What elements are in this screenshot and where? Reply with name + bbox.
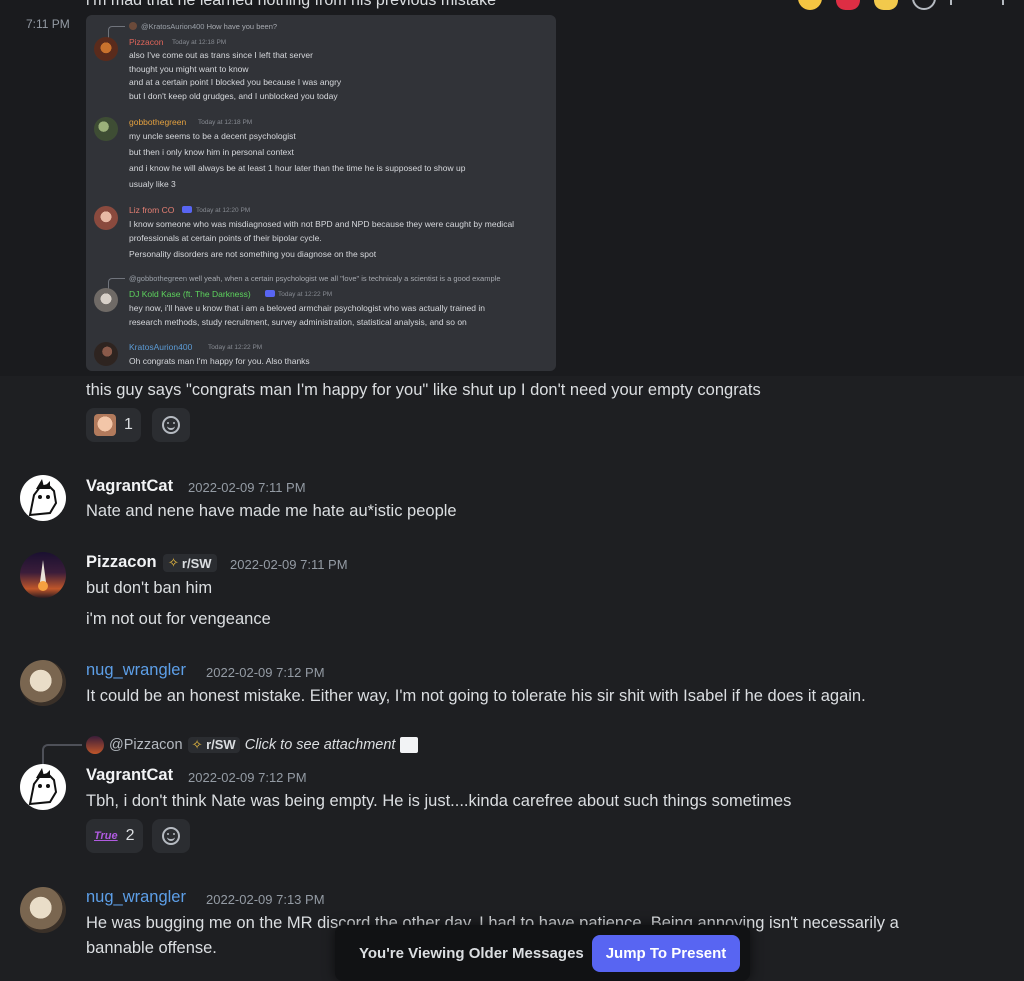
laugh-emoji-icon[interactable]: [798, 0, 822, 10]
reaction-face[interactable]: 1: [86, 408, 141, 442]
timestamp: 2022-02-09 7:12 PM: [206, 665, 325, 680]
timestamp: 2022-02-09 7:11 PM: [188, 480, 306, 495]
message-text: It could be an honest mistake. Either wa…: [86, 687, 866, 705]
add-reaction-button[interactable]: [152, 408, 190, 442]
message-text: this guy says "congrats man I'm happy fo…: [86, 381, 761, 399]
avatar: [94, 206, 118, 230]
username: DJ Kold Kase (ft. The Darkness): [129, 289, 251, 299]
reply-icon[interactable]: [950, 0, 970, 5]
message-line: and i know he will always be at least 1 …: [129, 163, 466, 173]
username: KratosAurion400: [129, 342, 193, 352]
avatar[interactable]: [20, 475, 66, 521]
reaction-count: 1: [124, 416, 133, 433]
message-line: also I've come out as trans since I left…: [129, 50, 313, 60]
role-badge-icon: [265, 290, 275, 297]
reply-username[interactable]: @Pizzacon: [109, 737, 183, 753]
message-text: bannable offense.: [86, 939, 217, 957]
username[interactable]: nug_wrangler: [86, 661, 186, 680]
message-line: and at a certain point I blocked you bec…: [129, 77, 342, 87]
avatar: [94, 288, 118, 312]
avatar[interactable]: [20, 552, 66, 598]
avatar[interactable]: [20, 660, 66, 706]
sparkle-icon: ✧: [168, 555, 179, 570]
reply-preview[interactable]: @Pizzacon ✧ r/SW Click to see attachment: [86, 736, 419, 754]
reaction-count: 2: [125, 827, 135, 844]
message-line: but I don't keep old grudges, and I unbl…: [129, 91, 338, 101]
reply-preview: @gobbothegreen well yeah, when a certain…: [129, 274, 501, 283]
face-emoji-icon: [94, 414, 116, 436]
reaction-true[interactable]: True 2: [86, 819, 143, 853]
sparkle-icon: ✧: [191, 737, 203, 752]
message-hover-toolbar: [798, 0, 1004, 10]
username[interactable]: VagrantCat: [86, 477, 173, 496]
message-line: I know someone who was misdiagnosed with…: [129, 219, 515, 229]
forward-icon[interactable]: [984, 0, 1004, 5]
username: Liz from CO: [129, 205, 175, 215]
message-line: Personality disorders are not something …: [129, 249, 377, 259]
message-text: i'm not out for vengeance: [86, 610, 271, 628]
avatar: [94, 117, 118, 141]
message-line: thought you might want to know: [129, 64, 249, 74]
role-badge-icon: [182, 206, 192, 213]
username: gobbothegreen: [129, 117, 187, 127]
avatar: [129, 22, 137, 30]
username[interactable]: VagrantCat: [86, 766, 173, 785]
message-line: but then i only know him in personal con…: [129, 147, 294, 157]
avatar[interactable]: [20, 887, 66, 933]
message-line: research methods, study recruitment, sur…: [129, 317, 467, 327]
timestamp: Today at 12:18 PM: [172, 39, 227, 46]
older-messages-label: You're Viewing Older Messages: [359, 945, 584, 962]
message-text: but don't ban him: [86, 579, 213, 597]
add-reaction-button[interactable]: [152, 819, 190, 853]
username: Pizzacon: [129, 37, 164, 47]
message-line: hey now, i'll have u know that i am a be…: [129, 303, 485, 313]
avatar[interactable]: [20, 764, 66, 810]
heart-emoji-icon[interactable]: [836, 0, 860, 10]
add-reaction-icon[interactable]: [912, 0, 936, 10]
message-timestamp: 7:11 PM: [26, 17, 70, 31]
reply-preview: @KratosAurion400 How have you been?: [141, 22, 278, 31]
reply-text[interactable]: Click to see attachment: [245, 737, 396, 753]
timestamp: Today at 12:20 PM: [196, 207, 251, 214]
smile-icon: [162, 416, 180, 434]
reply-connector: [42, 744, 82, 766]
reply-role-tag: ✧ r/SW: [187, 737, 240, 753]
role-tag: ✧ r/SW: [163, 554, 217, 572]
jump-to-present-button[interactable]: Jump To Present: [592, 935, 740, 972]
timestamp: Today at 12:18 PM: [198, 119, 253, 126]
message-text: Tbh, i don't think Nate was being empty.…: [86, 792, 792, 810]
username[interactable]: Pizzacon: [86, 553, 157, 572]
avatar: [94, 342, 118, 366]
timestamp: Today at 12:22 PM: [208, 344, 263, 351]
true-emoji-icon: True: [94, 830, 118, 842]
message-text: Nate and nene have made me hate au*istic…: [86, 502, 457, 520]
image-icon: [400, 737, 419, 753]
timestamp: 2022-02-09 7:13 PM: [206, 892, 325, 907]
role-tag-label: r/SW: [181, 555, 212, 571]
message-line: professionals at certain points of their…: [129, 233, 322, 243]
timestamp: 2022-02-09 7:11 PM: [230, 557, 348, 572]
older-messages-bar: You're Viewing Older Messages Jump To Pr…: [335, 925, 750, 981]
message-line: usualy like 3: [129, 179, 176, 189]
previous-message-text: i’m mad that he learned nothing from his…: [86, 0, 496, 9]
screenshot-attachment[interactable]: @KratosAurion400 How have you been? Pizz…: [86, 15, 556, 371]
smile-icon: [162, 827, 180, 845]
username[interactable]: nug_wrangler: [86, 888, 186, 907]
message-line: my uncle seems to be a decent psychologi…: [129, 131, 296, 141]
message-line: Oh congrats man I'm happy for you. Also …: [129, 356, 310, 366]
timestamp: 2022-02-09 7:12 PM: [188, 770, 307, 785]
timestamp: Today at 12:22 PM: [278, 291, 333, 298]
avatar: [94, 37, 118, 61]
reply-avatar: [86, 736, 104, 754]
hand-emoji-icon[interactable]: [874, 0, 898, 10]
